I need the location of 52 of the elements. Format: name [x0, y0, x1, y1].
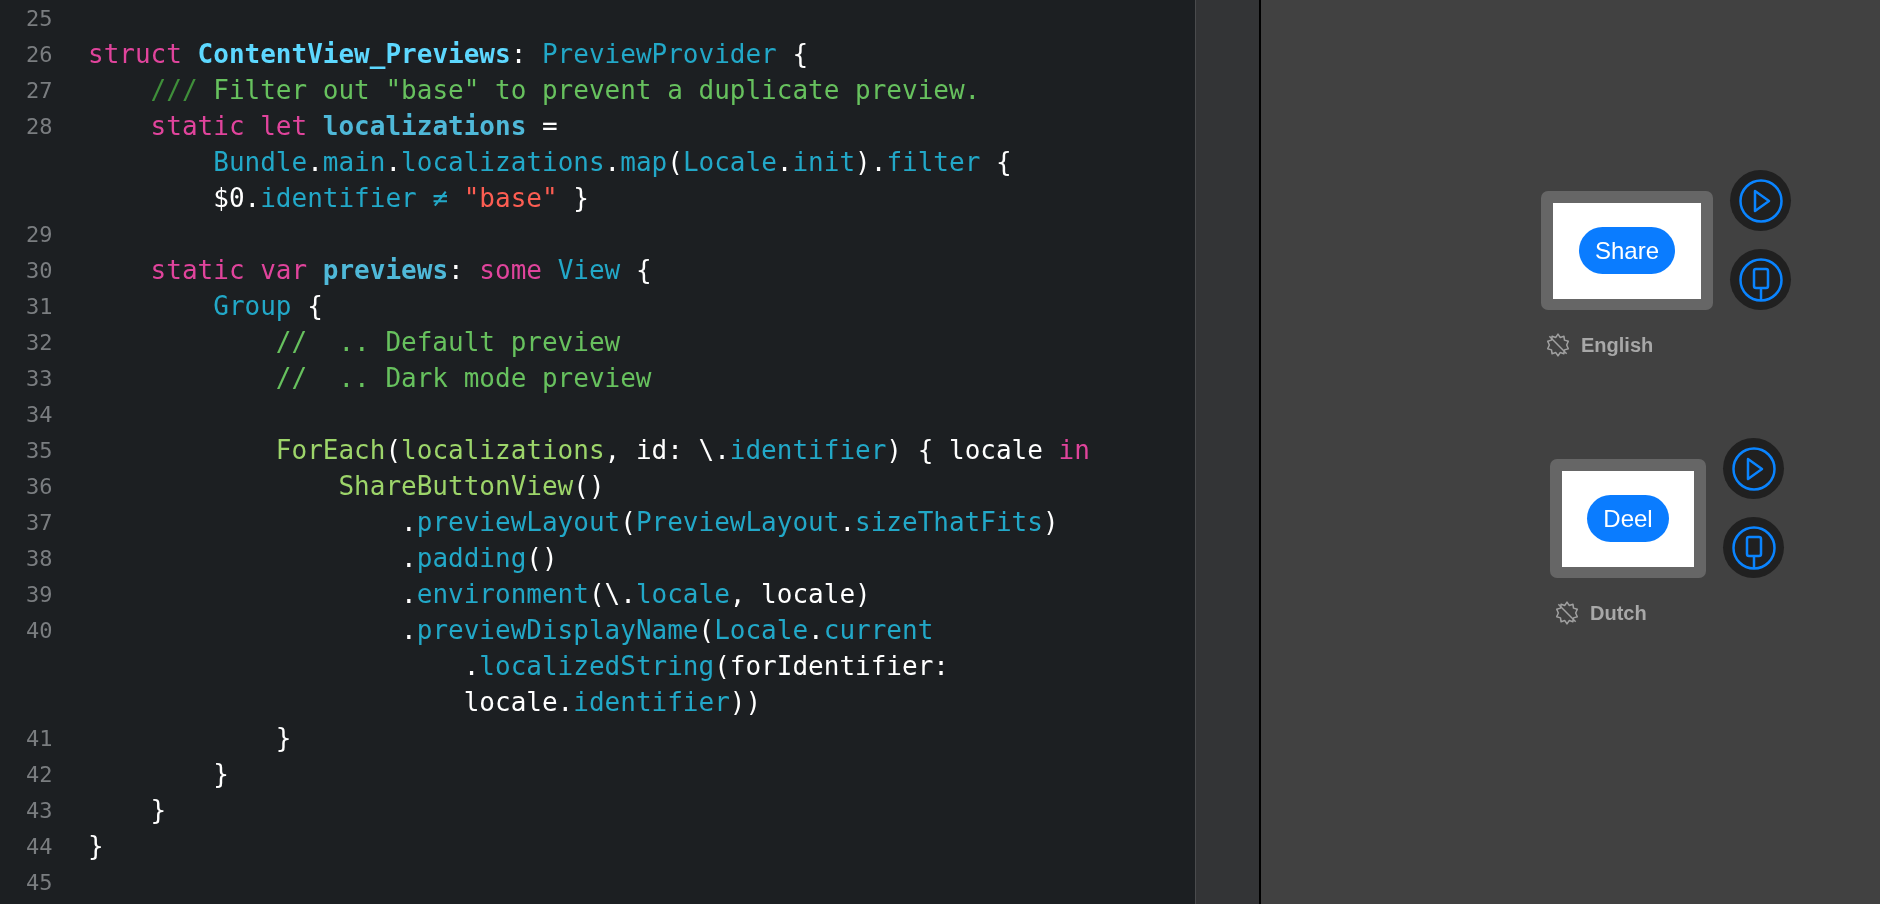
line-number: 29 [25, 220, 54, 249]
line-number: 26 [25, 40, 54, 69]
line-number: 44 [25, 832, 54, 861]
line-number: 41 [25, 724, 54, 753]
line-number: 34 [25, 400, 54, 429]
code-line: struct ContentView_Previews: PreviewProvider { [88, 37, 809, 71]
preview-name: English [1581, 333, 1654, 358]
code-line: // .. Default preview [274, 325, 621, 359]
gear-slash-icon [1545, 332, 1571, 358]
line-number: 39 [25, 580, 54, 609]
line-number: 31 [25, 292, 54, 321]
code-line: static let localizations = [149, 109, 558, 143]
code-line: .localizedString(forIdentifier: [462, 649, 949, 683]
code-line: } [149, 793, 167, 827]
play-icon [1737, 177, 1784, 224]
play-icon [1730, 445, 1777, 492]
line-number: 45 [25, 868, 54, 897]
code-line: /// Filter out "base" to prevent a duplicate preview. [149, 73, 981, 107]
preview-name: Dutch [1590, 601, 1647, 626]
code-line: .environment(\.locale, locale) [400, 577, 871, 611]
code-line: ShareButtonView() [337, 469, 605, 503]
code-line: .padding() [400, 541, 558, 575]
code-line: .previewLayout(PreviewLayout.sizeThatFits) [400, 505, 1059, 539]
code-line: } [212, 757, 229, 791]
share-button[interactable]: Deel [1587, 495, 1669, 542]
line-number: 25 [25, 4, 54, 33]
device-icon [1737, 256, 1784, 303]
code-line: .previewDisplayName(Locale.current [400, 613, 934, 647]
line-number: 36 [25, 472, 54, 501]
share-button[interactable]: Share [1578, 227, 1675, 274]
code-line: ForEach(localizations, id: \.identifier) { locale in [274, 433, 1090, 467]
line-number: 35 [25, 436, 54, 465]
code-line: static var previews: some View { [149, 253, 652, 287]
line-number: 30 [25, 256, 54, 285]
line-number: 42 [25, 760, 54, 789]
line-number: 37 [25, 508, 54, 537]
line-number: 40 [25, 616, 54, 645]
code-line: } [274, 721, 292, 755]
device-icon [1730, 524, 1777, 571]
line-number: 43 [25, 796, 54, 825]
line-number: 28 [25, 112, 54, 141]
code-line: locale.identifier)) [462, 685, 762, 719]
code-line: $0.identifier ≠ "base" } [212, 181, 589, 215]
line-number: 32 [25, 328, 54, 357]
line-number: 38 [25, 544, 54, 573]
code-line: Group { [212, 289, 323, 323]
gear-slash-icon [1554, 600, 1580, 626]
code-line: // .. Dark mode preview [274, 361, 652, 395]
line-number: 33 [25, 364, 54, 393]
code-line: } [88, 829, 104, 863]
code-line: Bundle.main.localizations.map(Locale.init).filter { [212, 145, 1012, 179]
line-number: 27 [25, 76, 54, 105]
